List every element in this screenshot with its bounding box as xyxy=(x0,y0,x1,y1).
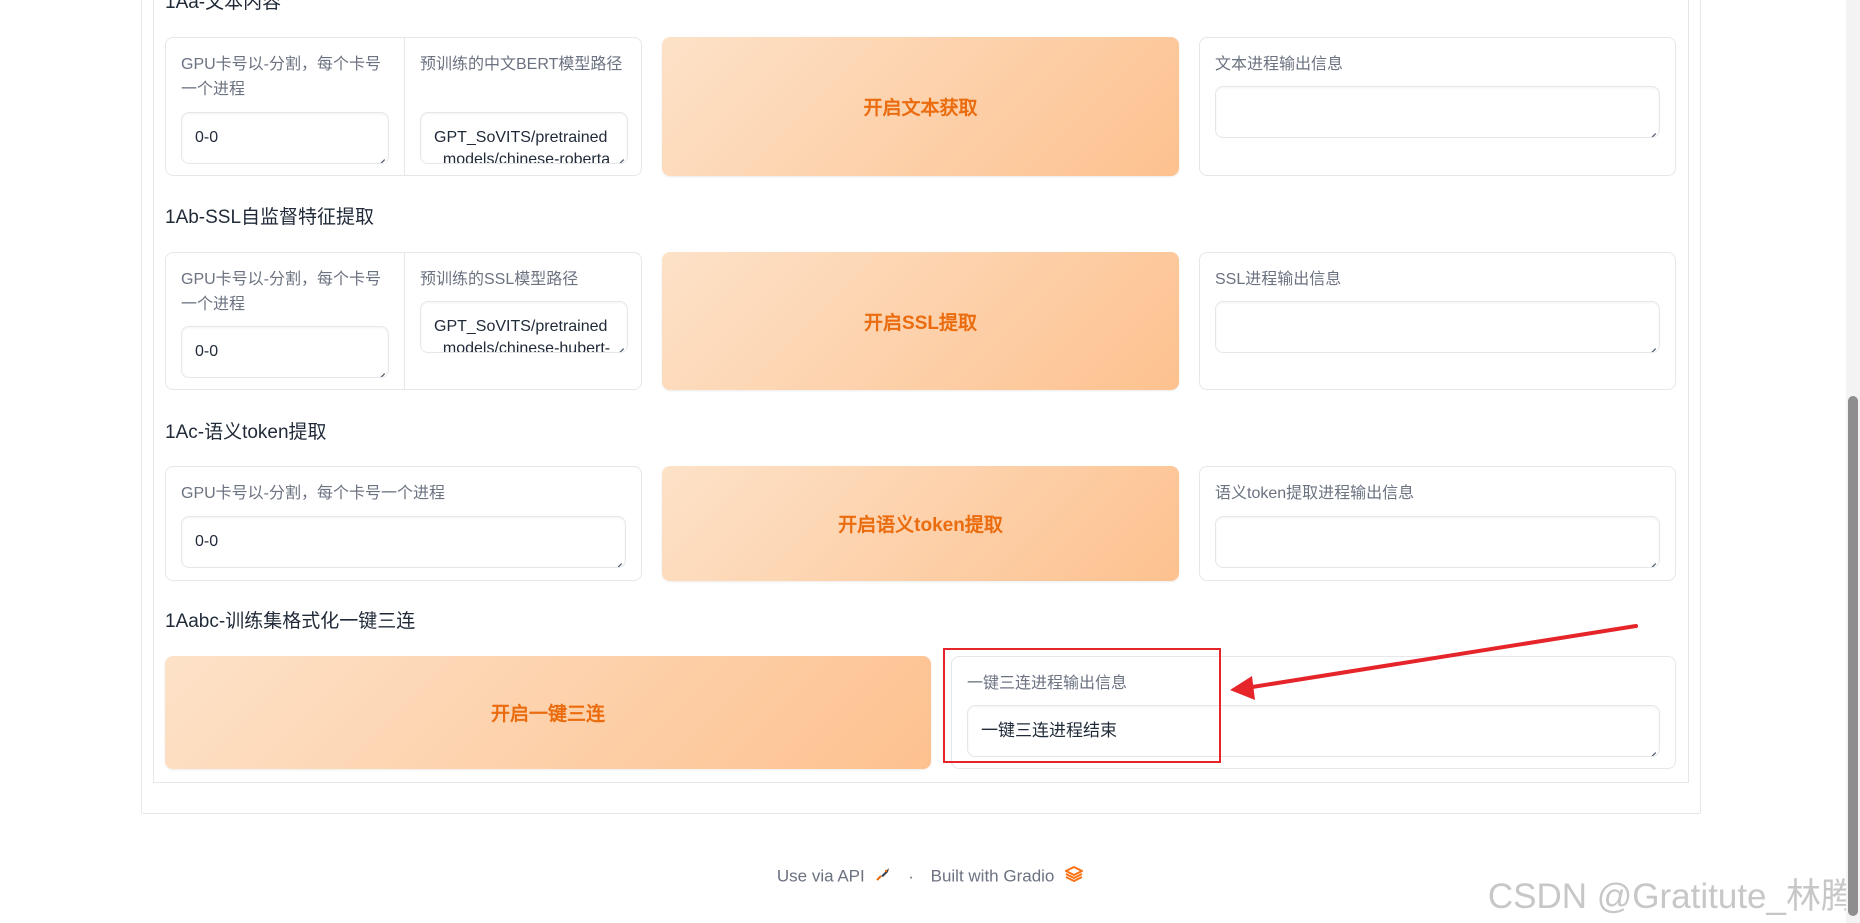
annotation-arrow-icon xyxy=(1230,624,1638,700)
built-with-gradio-link[interactable]: Built with Gradio xyxy=(931,867,1055,886)
scrollbar-thumb[interactable] xyxy=(1848,396,1858,916)
use-via-api-link[interactable]: Use via API xyxy=(777,867,865,886)
gradio-logo-icon[interactable] xyxy=(1063,865,1085,887)
csdn-watermark: CSDN @Gratitute_林腾 xyxy=(1487,877,1856,916)
rocket-icon[interactable] xyxy=(875,866,891,887)
footer-separator: · xyxy=(908,866,914,886)
